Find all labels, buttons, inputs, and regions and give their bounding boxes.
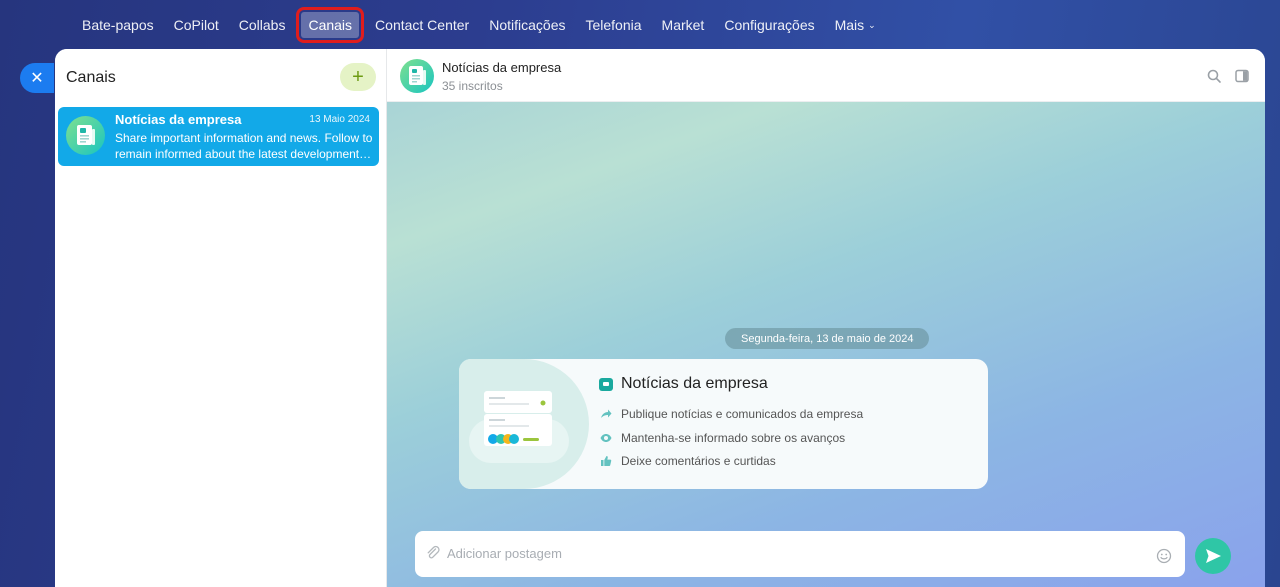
welcome-title: Notícias da empresa (621, 375, 768, 392)
nav-item-market[interactable]: Market (652, 12, 715, 38)
add-channel-button[interactable]: + (340, 63, 376, 91)
post-input[interactable] (447, 542, 1137, 564)
message-composer (415, 531, 1185, 577)
chat-header: Notícias da empresa 35 inscritos (387, 49, 1265, 102)
newspaper-icon (77, 125, 95, 145)
plus-icon: + (352, 65, 364, 88)
megaphone-icon (599, 378, 613, 391)
top-navigation: Bate-papos CoPilot Collabs Canais Contac… (0, 0, 1280, 50)
welcome-feature-item: Publique notícias e comunicados da empre… (599, 407, 863, 421)
channel-preview-line: remain informed about the latest develop… (115, 147, 373, 161)
chat-area: Notícias da empresa 35 inscritos Segunda… (387, 49, 1265, 587)
sidebar-title: Canais (66, 69, 116, 86)
welcome-feature-item: Deixe comentários e curtidas (599, 454, 776, 468)
channel-avatar (66, 116, 105, 155)
paperclip-icon[interactable] (425, 545, 441, 561)
close-button[interactable]: ✕ (20, 63, 54, 93)
channel-preview-line: Share important information and news. Fo… (115, 131, 373, 145)
nav-item-telefonia[interactable]: Telefonia (575, 12, 651, 38)
date-separator: Segunda-feira, 13 de maio de 2024 (725, 328, 930, 349)
nav-item-canais[interactable]: Canais (296, 7, 365, 43)
subscriber-count[interactable]: 35 inscritos (442, 79, 503, 93)
thumbs-up-icon (599, 454, 613, 468)
chat-background: Segunda-feira, 13 de maio de 2024 Notíci… (387, 102, 1265, 587)
channel-welcome-card: Notícias da empresa Publique notícias e … (459, 359, 988, 489)
nav-item-mais-label: Mais (834, 17, 865, 33)
channels-panel: Canais + Notícias da empresa 13 Maio 202… (55, 49, 1265, 587)
welcome-feature-item: Mantenha-se informado sobre os avanços (599, 431, 845, 445)
nav-item-contact-center[interactable]: Contact Center (365, 12, 479, 38)
channel-name: Notícias da empresa (115, 112, 242, 127)
channel-list-item[interactable]: Notícias da empresa 13 Maio 2024 Share i… (58, 107, 379, 166)
welcome-feature-text: Deixe comentários e curtidas (621, 454, 776, 468)
eye-icon (599, 431, 613, 445)
nav-item-copilot[interactable]: CoPilot (164, 12, 229, 38)
nav-item-mais[interactable]: Mais ⌄ (825, 12, 886, 38)
nav-item-bate-papos[interactable]: Bate-papos (72, 12, 164, 38)
search-icon[interactable] (1206, 68, 1222, 84)
chat-avatar[interactable] (400, 59, 434, 93)
chevron-down-icon: ⌄ (868, 19, 876, 30)
welcome-feature-text: Mantenha-se informado sobre os avanços (621, 431, 846, 445)
close-icon: ✕ (30, 70, 44, 87)
newspaper-icon (409, 66, 426, 85)
channel-date: 13 Maio 2024 (309, 114, 370, 125)
send-button[interactable] (1195, 538, 1231, 574)
welcome-illustration (459, 359, 589, 489)
channel-preview: Share important information and news. Fo… (115, 130, 373, 162)
nav-item-notificacoes[interactable]: Notificações (479, 12, 575, 38)
nav-item-collabs[interactable]: Collabs (229, 12, 296, 38)
emoji-icon[interactable] (1156, 548, 1172, 564)
channel-sidebar: Canais + Notícias da empresa 13 Maio 202… (55, 49, 387, 587)
chat-title[interactable]: Notícias da empresa (442, 60, 561, 75)
share-arrow-icon (599, 407, 613, 421)
send-icon (1206, 549, 1221, 563)
sidebar-toggle-icon[interactable] (1234, 68, 1250, 84)
welcome-feature-text: Publique notícias e comunicados da empre… (621, 407, 864, 421)
news-cards-illustration (469, 391, 569, 463)
nav-item-configuracoes[interactable]: Configurações (714, 12, 824, 38)
